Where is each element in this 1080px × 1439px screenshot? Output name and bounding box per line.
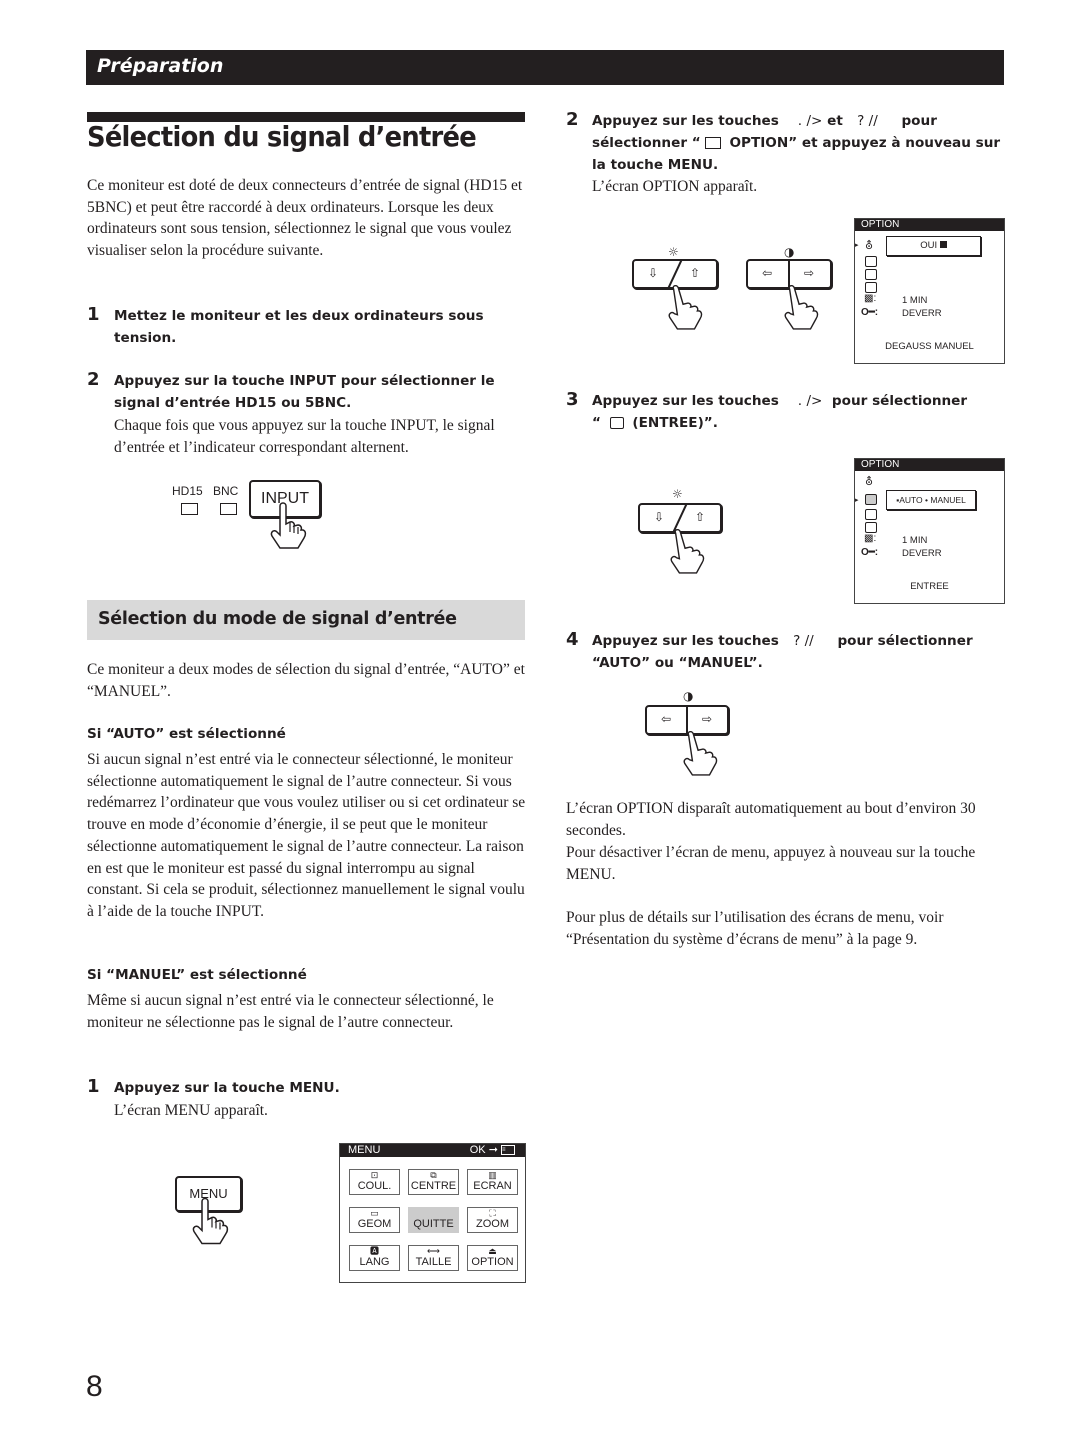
contrast-icon: ◑ xyxy=(784,245,795,259)
step-text: Appuyez sur la touche INPUT pour sélecti… xyxy=(114,373,495,411)
degauss-icon: ⛢ xyxy=(865,240,874,252)
section-header-bar: Préparation xyxy=(86,50,1004,85)
pointing-hand-icon xyxy=(668,285,703,330)
brightness-icon: ☼ xyxy=(672,487,683,501)
lock-value: DEVERR xyxy=(902,548,942,559)
arrow-up-icon: ⇧ xyxy=(695,510,706,524)
selection-cursor-icon: ▸ xyxy=(855,242,859,249)
page-number: 8 xyxy=(86,1370,103,1403)
closing-paragraph-3: Pour plus de détails sur l’utilisation d… xyxy=(566,909,944,948)
section-header-label: Préparation xyxy=(97,55,224,77)
step-text: Appuyez sur les touches . /> et ? // pou… xyxy=(592,113,1001,173)
menu-osd-screen: MENU OK ➞ ≡ ⊡ COUL. ⧉ CENTRE ▥ ECRAN ▭ GEOM … xyxy=(339,1143,526,1283)
menu-item-ecran[interactable]: ▥ ECRAN xyxy=(467,1169,518,1195)
pointing-hand-icon xyxy=(270,502,307,549)
arrow-down-icon: ⇩ xyxy=(648,266,659,280)
option-icon xyxy=(704,137,721,149)
control-buttons-figure: ☼ ⇩ ⇧ ◑ ⇦ ⇨ xyxy=(632,245,842,335)
step-note: L’écran MENU apparaît. xyxy=(114,1102,268,1119)
degauss-icon: ⛢ xyxy=(865,476,874,488)
pointing-hand-icon xyxy=(784,285,819,330)
step-number: 2 xyxy=(566,109,579,130)
power-save-icon: ▩: xyxy=(864,533,877,544)
menu-item-taille[interactable]: ⟷ TAILLE xyxy=(408,1245,459,1271)
intro-paragraph: Ce moniteur est doté de deux connecteurs… xyxy=(87,177,523,260)
timer-value: 1 MIN xyxy=(902,535,928,546)
step-text: Mettez le moniteur et les deux ordinateu… xyxy=(114,308,484,346)
contrast-icon: ◑ xyxy=(683,689,694,703)
step-number: 3 xyxy=(566,389,579,410)
arrow-right-icon: ⇨ xyxy=(804,266,815,280)
bnc-label: BNC xyxy=(213,484,239,498)
h-size-icon xyxy=(865,509,877,520)
section-heading: Sélection du mode de signal d’entrée xyxy=(98,609,457,629)
contrast-buttons-figure: ◑ ⇦ ⇨ xyxy=(645,689,735,779)
step-text: Appuyez sur la touche MENU. xyxy=(114,1080,340,1096)
auto-paragraph: Si aucun signal n’est entré via le conne… xyxy=(87,751,526,920)
step-text: Appuyez sur les touches ? // pour sélect… xyxy=(592,633,973,671)
option-osd-title: OPTION xyxy=(855,459,1004,471)
menu-item-option[interactable]: ⏏ OPTION xyxy=(467,1245,518,1271)
brightness-buttons-figure: ☼ ⇩ ⇧ xyxy=(638,487,728,577)
menu-key-icon: ≡ xyxy=(501,1145,515,1156)
input-icon xyxy=(609,417,624,429)
pointing-hand-icon xyxy=(670,529,705,574)
option-footer: ENTREE xyxy=(910,581,949,592)
bnc-indicator xyxy=(220,503,237,515)
option-osd-title: OPTION xyxy=(855,219,1004,231)
enter-icon xyxy=(939,241,947,248)
mode-intro: Ce moniteur a deux modes de sélection du… xyxy=(87,661,525,700)
h-size-icon xyxy=(865,269,877,280)
step-text: Appuyez sur les touches . /> pour sélect… xyxy=(592,393,968,431)
selection-cursor-icon: ▸ xyxy=(855,497,859,504)
menu-item-coul[interactable]: ⊡ COUL. xyxy=(349,1169,400,1195)
menu-item-quitte[interactable]: QUITTE xyxy=(408,1207,459,1233)
v-size-icon xyxy=(865,282,877,293)
menu-item-zoom[interactable]: ⛶ ZOOM xyxy=(467,1207,518,1233)
degauss-popup: OUI xyxy=(886,236,981,256)
input-icon xyxy=(865,494,877,505)
menu-item-geom[interactable]: ▭ GEOM xyxy=(349,1207,400,1233)
menu-item-lang[interactable]: 🅰 LANG xyxy=(349,1245,400,1271)
lock-key-icon: O━: xyxy=(861,547,879,558)
input-figure: HD15 BNC INPUT xyxy=(170,470,340,555)
brightness-icon: ☼ xyxy=(668,245,679,259)
arrow-right-icon: ⇨ xyxy=(702,712,713,726)
option-footer: DEGAUSS MANUEL xyxy=(885,341,974,352)
hd15-indicator xyxy=(181,503,198,515)
pointing-hand-icon xyxy=(683,731,718,776)
arrow-left-icon: ⇦ xyxy=(762,266,773,280)
auto-heading: Si “AUTO” est sélectionné xyxy=(87,726,286,742)
step-note: L’écran OPTION apparaît. xyxy=(592,178,758,195)
page-title: Sélection du signal d’entrée xyxy=(87,120,477,153)
arrow-down-icon: ⇩ xyxy=(654,510,665,524)
manuel-paragraph: Même si aucun signal n’est entré via le … xyxy=(87,992,494,1031)
lock-key-icon: O━: xyxy=(861,307,879,318)
v-size-icon xyxy=(865,522,877,533)
arrow-up-icon: ⇧ xyxy=(690,266,701,280)
step-number: 1 xyxy=(87,304,100,325)
lock-value: DEVERR xyxy=(902,308,942,319)
menu-osd-ok: OK ➞ ≡ xyxy=(470,1144,515,1157)
step-number: 4 xyxy=(566,629,579,650)
input-mode-popup: ▪AUTO • MANUEL xyxy=(886,490,976,510)
hd15-label: HD15 xyxy=(172,484,203,498)
section-heading-bar: Sélection du mode de signal d’entrée xyxy=(87,600,525,640)
closing-paragraph-1: L’écran OPTION disparaît automatiquement… xyxy=(566,800,976,839)
manuel-heading: Si “MANUEL” est sélectionné xyxy=(87,967,307,983)
step-number: 1 xyxy=(87,1076,100,1097)
menu-item-centre[interactable]: ⧉ CENTRE xyxy=(408,1169,459,1195)
input-icon xyxy=(865,256,877,267)
option-osd-screen-2: OPTION ⛢ ▸ ▪AUTO • MANUEL ▩: 1 MIN O━: D… xyxy=(854,458,1005,604)
power-save-icon: ▩: xyxy=(864,293,877,304)
step-note: Chaque fois que vous appuyez sur la touc… xyxy=(114,417,495,456)
pointing-hand-icon xyxy=(192,1197,229,1245)
option-osd-screen-1: OPTION ▸ ⛢ OUI ▩: 1 MIN O━: DEVERR DEGAU… xyxy=(854,218,1005,364)
step-number: 2 xyxy=(87,369,100,390)
closing-paragraph-2: Pour désactiver l’écran de menu, appuyez… xyxy=(566,844,976,883)
timer-value: 1 MIN xyxy=(902,295,928,306)
arrow-left-icon: ⇦ xyxy=(661,712,672,726)
